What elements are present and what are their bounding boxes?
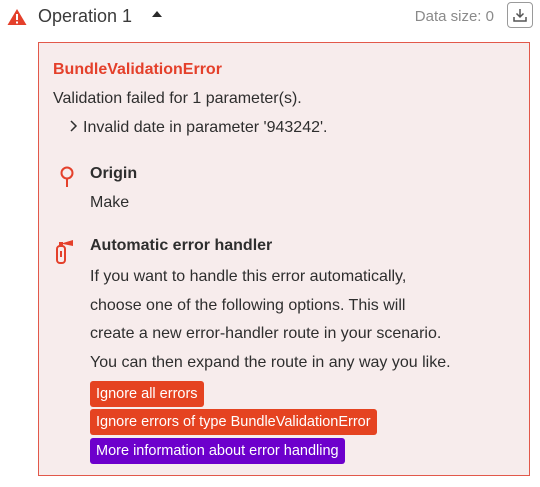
error-panel: BundleValidationError Validation failed … [38,42,530,476]
caret-up-icon[interactable] [150,9,164,19]
error-name: BundleValidationError [53,61,222,78]
handler-description-line: choose one of the following options. Thi… [90,296,406,314]
data-size-label: Data size: 0 [414,8,494,25]
handler-description-line: create a new error-handler route in your… [90,325,442,342]
more-info-error-handling-button[interactable]: More information about error handling [90,438,345,464]
warning-icon [7,9,27,25]
chevron-right-icon [70,120,78,132]
ignore-all-errors-button[interactable]: Ignore all errors [90,381,204,407]
download-button[interactable] [507,2,533,28]
error-detail-toggle[interactable]: Invalid date in parameter '943242'. [69,119,328,137]
handler-description-line: If you want to handle this error automat… [90,268,407,285]
handler-title: Automatic error handler [90,237,273,254]
download-icon [513,9,527,22]
fire-extinguisher-icon [56,240,73,264]
operation-title: Operation 1 [38,6,133,26]
origin-title: Origin [90,165,138,182]
operation-header: Operation 1 Data size: 0 [0,0,540,34]
origin-pin-icon [60,166,74,187]
ignore-errors-of-type-button[interactable]: Ignore errors of type BundleValidationEr… [90,409,377,435]
error-detail-text: Invalid date in parameter '943242'. [83,119,328,136]
origin-value: Make [90,194,130,211]
handler-description: If you want to handle this error automat… [90,263,520,377]
handler-description-line: You can then expand the route in any way… [90,353,451,371]
error-message: Validation failed for 1 parameter(s). [53,90,302,107]
